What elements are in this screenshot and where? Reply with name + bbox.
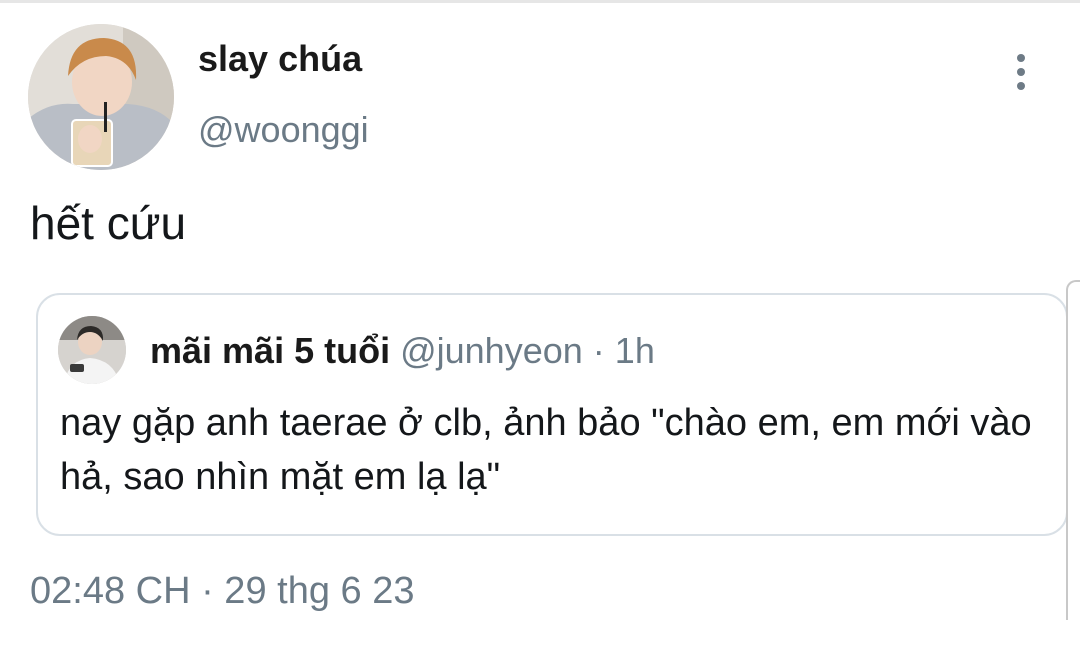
dot xyxy=(1017,68,1025,76)
dot xyxy=(1017,54,1025,62)
author-display-name[interactable]: slay chúa xyxy=(198,38,362,80)
tweet-text: hết cứu xyxy=(30,197,187,249)
quoted-author-handle[interactable]: @junhyeon xyxy=(400,330,583,371)
tweet-timestamp[interactable]: 02:48 CH · 29 thg 6 23 xyxy=(30,570,414,613)
quoted-author-avatar[interactable] xyxy=(58,316,126,384)
quoted-tweet-text: nay gặp anh taerae ở clb, ảnh bảo "chào … xyxy=(60,402,1032,498)
adjacent-card-edge xyxy=(1066,280,1080,620)
quoted-author-display-name[interactable]: mãi mãi 5 tuổi xyxy=(150,330,390,371)
dot xyxy=(1017,82,1025,90)
top-divider xyxy=(0,0,1080,3)
quoted-tweet-time[interactable]: 1h xyxy=(615,330,655,371)
author-handle[interactable]: @woonggi xyxy=(198,109,369,151)
quoted-tweet-header: mãi mãi 5 tuổi @junhyeon · 1h xyxy=(150,330,655,372)
author-avatar[interactable] xyxy=(28,24,174,170)
more-options-icon[interactable] xyxy=(1000,50,1042,94)
separator-dot: · xyxy=(592,330,605,371)
